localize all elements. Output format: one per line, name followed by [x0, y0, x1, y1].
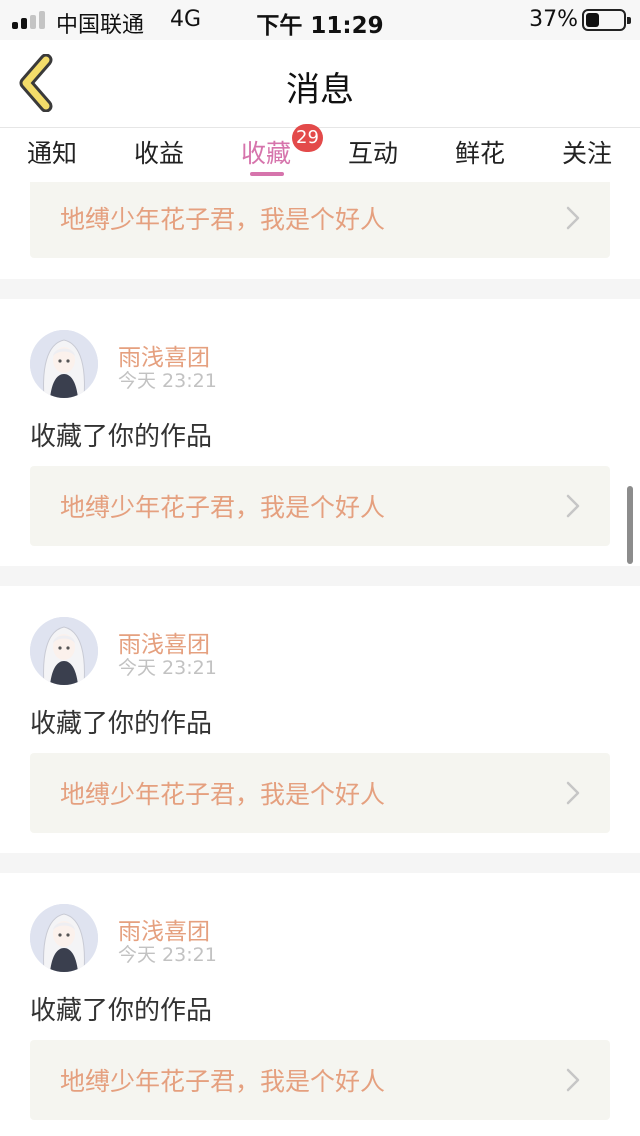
tab-favorites[interactable]: 收藏 29: [226, 124, 323, 178]
notification-list[interactable]: 地缚少年花子君，我是个好人 雨浅喜团 今天 23:21 收藏了你的作品 地缚少年…: [0, 182, 640, 1136]
section-divider: [0, 566, 640, 586]
timestamp: 今天 23:21: [118, 657, 217, 679]
tab-label: 鲜花: [454, 139, 505, 168]
tab-following[interactable]: 关注: [547, 134, 627, 178]
tab-earnings[interactable]: 收益: [119, 134, 199, 178]
avatar[interactable]: [30, 330, 98, 398]
battery-fill: [586, 13, 599, 27]
user-avatar-image: [30, 617, 98, 685]
avatar[interactable]: [30, 904, 98, 972]
avatar[interactable]: [30, 617, 98, 685]
work-title: 地缚少年花子君，我是个好人: [60, 1067, 386, 1096]
tab-flowers[interactable]: 鲜花: [440, 134, 520, 178]
notification-action: 收藏了你的作品: [30, 422, 213, 452]
scrollbar[interactable]: [627, 486, 633, 564]
work-link-card[interactable]: 地缚少年花子君，我是个好人: [30, 1040, 610, 1120]
timestamp: 今天 23:21: [118, 370, 217, 392]
tab-label: 通知: [26, 139, 77, 168]
work-title: 地缚少年花子君，我是个好人: [60, 493, 386, 522]
work-link-card[interactable]: 地缚少年花子君，我是个好人: [30, 753, 610, 833]
notification-action: 收藏了你的作品: [30, 709, 213, 739]
tab-label: 收益: [133, 139, 184, 168]
user-avatar-image: [30, 330, 98, 398]
tab-label: 关注: [561, 139, 612, 168]
chevron-right-icon: [566, 1068, 580, 1092]
status-bar: 中国联通 4G 下午 11:29 37%: [0, 0, 640, 40]
battery-icon: [582, 9, 631, 31]
page-title: 消息: [286, 70, 354, 110]
tab-notifications[interactable]: 通知: [12, 134, 92, 178]
section-divider: [0, 853, 640, 873]
section-divider: [0, 279, 640, 299]
battery-percentage: 37%: [529, 7, 578, 32]
unread-count-badge: 29: [292, 124, 323, 152]
active-tab-indicator: [250, 172, 284, 176]
chevron-right-icon: [566, 494, 580, 518]
chevron-right-icon: [566, 781, 580, 805]
tab-label: 收藏: [240, 139, 291, 168]
timestamp: 今天 23:21: [118, 944, 217, 966]
work-link-card[interactable]: 地缚少年花子君，我是个好人: [30, 182, 610, 258]
tab-interactions[interactable]: 互动: [333, 134, 413, 178]
work-title: 地缚少年花子君，我是个好人: [60, 205, 386, 234]
chevron-right-icon: [566, 206, 580, 230]
work-title: 地缚少年花子君，我是个好人: [60, 780, 386, 809]
nav-bar: 消息: [0, 40, 640, 128]
user-avatar-image: [30, 904, 98, 972]
notification-action: 收藏了你的作品: [30, 996, 213, 1026]
tab-bar: 通知 收益 收藏 29 互动 鲜花 关注: [0, 124, 640, 182]
tab-label: 互动: [347, 139, 398, 168]
work-link-card[interactable]: 地缚少年花子君，我是个好人: [30, 466, 610, 546]
